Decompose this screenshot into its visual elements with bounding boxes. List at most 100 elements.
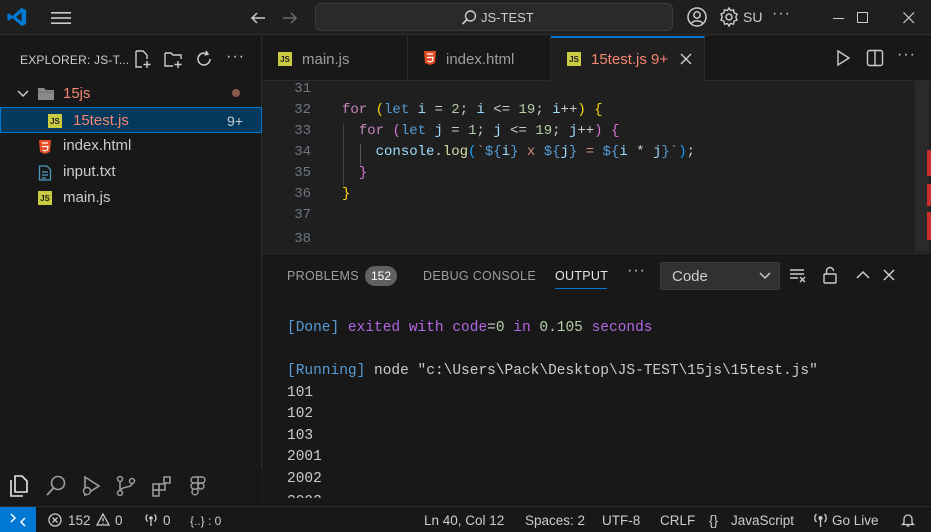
- file-label: input.txt: [63, 163, 116, 180]
- line-number: 31: [294, 81, 311, 97]
- explorer-title: EXPLORER: JS-T...: [20, 53, 130, 67]
- refresh-icon[interactable]: [194, 49, 214, 69]
- file-row-main-js[interactable]: JS main.js: [0, 185, 262, 211]
- tab-main-js[interactable]: JS main.js: [263, 36, 408, 80]
- encoding[interactable]: UTF-8: [602, 513, 640, 528]
- explorer-header: EXPLORER: JS-T... ···: [0, 36, 262, 82]
- split-editor-icon[interactable]: [866, 49, 884, 67]
- text-file-icon: [38, 165, 52, 181]
- folder-row-15js[interactable]: 15js: [0, 81, 262, 107]
- tab-index-html[interactable]: index.html: [408, 36, 551, 80]
- figma-icon[interactable]: [186, 474, 210, 498]
- status-bar: 152 0 0 {..} : 0 Ln 40, Col 12 Spaces: 2…: [0, 506, 931, 532]
- run-debug-icon[interactable]: [79, 474, 103, 498]
- gear-icon[interactable]: [718, 6, 740, 28]
- back-arrow-icon[interactable]: [249, 9, 267, 27]
- error-count[interactable]: 152: [68, 513, 91, 528]
- new-file-icon[interactable]: [132, 49, 152, 69]
- notifications-bell-icon[interactable]: [900, 512, 916, 528]
- file-label: main.js: [63, 189, 111, 206]
- language-mode[interactable]: JavaScript: [731, 513, 794, 528]
- command-center-search[interactable]: JS-TEST: [315, 3, 673, 31]
- bottom-panel: PROBLEMS 152 DEBUG CONSOLE OUTPUT ··· Co…: [263, 253, 931, 506]
- code-editor[interactable]: 31 32 for (let i = 2; i <= 19; i++) { 33…: [263, 81, 931, 252]
- activity-bar: [0, 468, 262, 506]
- more-actions-icon[interactable]: ···: [772, 5, 791, 23]
- problems-count-badge: 152: [365, 266, 397, 286]
- folder-label: 15js: [63, 85, 91, 102]
- line-number: 36: [294, 186, 311, 202]
- output-line: 103: [287, 427, 314, 444]
- file-label: index.html: [63, 137, 132, 154]
- js-file-icon: JS: [567, 52, 581, 66]
- broadcast-icon: [145, 514, 157, 526]
- new-folder-icon[interactable]: [163, 49, 183, 69]
- code-line: for (let i = 2; i <= 19; i++) {: [342, 102, 603, 118]
- output-line: 2002: [287, 470, 322, 487]
- remote-button[interactable]: [0, 507, 36, 532]
- tab-problems[interactable]: PROBLEMS: [287, 269, 359, 283]
- brace-count[interactable]: {..} : 0: [190, 514, 221, 528]
- tab-15test-js[interactable]: JS 15test.js 9+: [551, 36, 705, 81]
- output-line: 102: [287, 406, 314, 422]
- indent-guide: [360, 144, 361, 165]
- maximize-button[interactable]: [840, 0, 886, 35]
- account-label[interactable]: SU: [743, 9, 762, 25]
- line-number: 33: [294, 123, 311, 139]
- output-line: 2001: [287, 449, 322, 465]
- chevron-down-icon: [759, 272, 771, 280]
- account-icon[interactable]: [686, 6, 708, 28]
- close-window-button[interactable]: [886, 0, 931, 35]
- chevron-down-icon: [17, 90, 29, 98]
- editor-more-icon[interactable]: ···: [897, 46, 916, 64]
- lock-scroll-icon[interactable]: [821, 266, 839, 284]
- line-number: 38: [294, 231, 311, 247]
- close-tab-icon[interactable]: [680, 53, 692, 65]
- tab-label: 15test.js: [591, 51, 647, 68]
- indent-guide: [343, 123, 344, 186]
- line-number: 35: [294, 165, 311, 181]
- tab-output[interactable]: OUTPUT: [555, 269, 608, 283]
- code-line: console.log(`${i} x ${j} = ${i * j}`);: [375, 144, 696, 160]
- output-channel-label: Code: [672, 268, 708, 285]
- search-icon: [461, 10, 477, 25]
- forward-arrow-icon[interactable]: [281, 9, 299, 27]
- explorer-files-icon[interactable]: [7, 474, 31, 498]
- error-scroll-marker: [927, 184, 931, 206]
- maximize-panel-icon[interactable]: [854, 266, 872, 284]
- output-line: 2003: [287, 492, 818, 498]
- file-row-input-txt[interactable]: input.txt: [0, 159, 262, 185]
- output-log[interactable]: [Done] exited with code=0 in 0.105 secon…: [287, 320, 818, 498]
- braces-language-icon: {}: [709, 513, 719, 528]
- output-channel-select[interactable]: Code: [660, 262, 780, 290]
- warning-count[interactable]: 0: [115, 513, 123, 528]
- ports-count[interactable]: 0: [163, 513, 171, 528]
- tab-debug-console[interactable]: DEBUG CONSOLE: [423, 269, 536, 283]
- go-live-button[interactable]: Go Live: [832, 513, 879, 528]
- line-number: 34: [294, 144, 311, 160]
- active-tab-indicator: [555, 288, 607, 289]
- clear-output-icon[interactable]: [789, 266, 807, 284]
- file-row-index-html[interactable]: index.html: [0, 133, 262, 159]
- file-label: 15test.js: [73, 112, 129, 129]
- close-panel-icon[interactable]: [883, 266, 895, 284]
- tab-label: index.html: [446, 51, 515, 68]
- extensions-icon[interactable]: [150, 474, 174, 498]
- html-file-icon: [424, 51, 436, 65]
- source-control-icon[interactable]: [114, 474, 138, 498]
- close-icon: [903, 11, 915, 23]
- file-row-15test-js[interactable]: JS 15test.js 9+: [0, 107, 262, 133]
- hamburger-menu-icon[interactable]: [50, 9, 72, 27]
- cursor-position[interactable]: Ln 40, Col 12: [424, 513, 504, 528]
- search-icon[interactable]: [44, 474, 68, 498]
- output-line-done: [Done] exited with code=0 in 0.105 secon…: [287, 320, 653, 336]
- line-ending[interactable]: CRLF: [660, 513, 695, 528]
- run-code-icon[interactable]: [834, 49, 852, 67]
- code-line: }: [342, 186, 351, 202]
- error-icon: [48, 513, 62, 527]
- explorer-more-icon[interactable]: ···: [226, 48, 245, 66]
- error-scroll-marker: [927, 150, 931, 176]
- panel-more-icon[interactable]: ···: [627, 262, 646, 280]
- indentation[interactable]: Spaces: 2: [525, 513, 585, 528]
- vscode-logo-icon[interactable]: [6, 6, 28, 28]
